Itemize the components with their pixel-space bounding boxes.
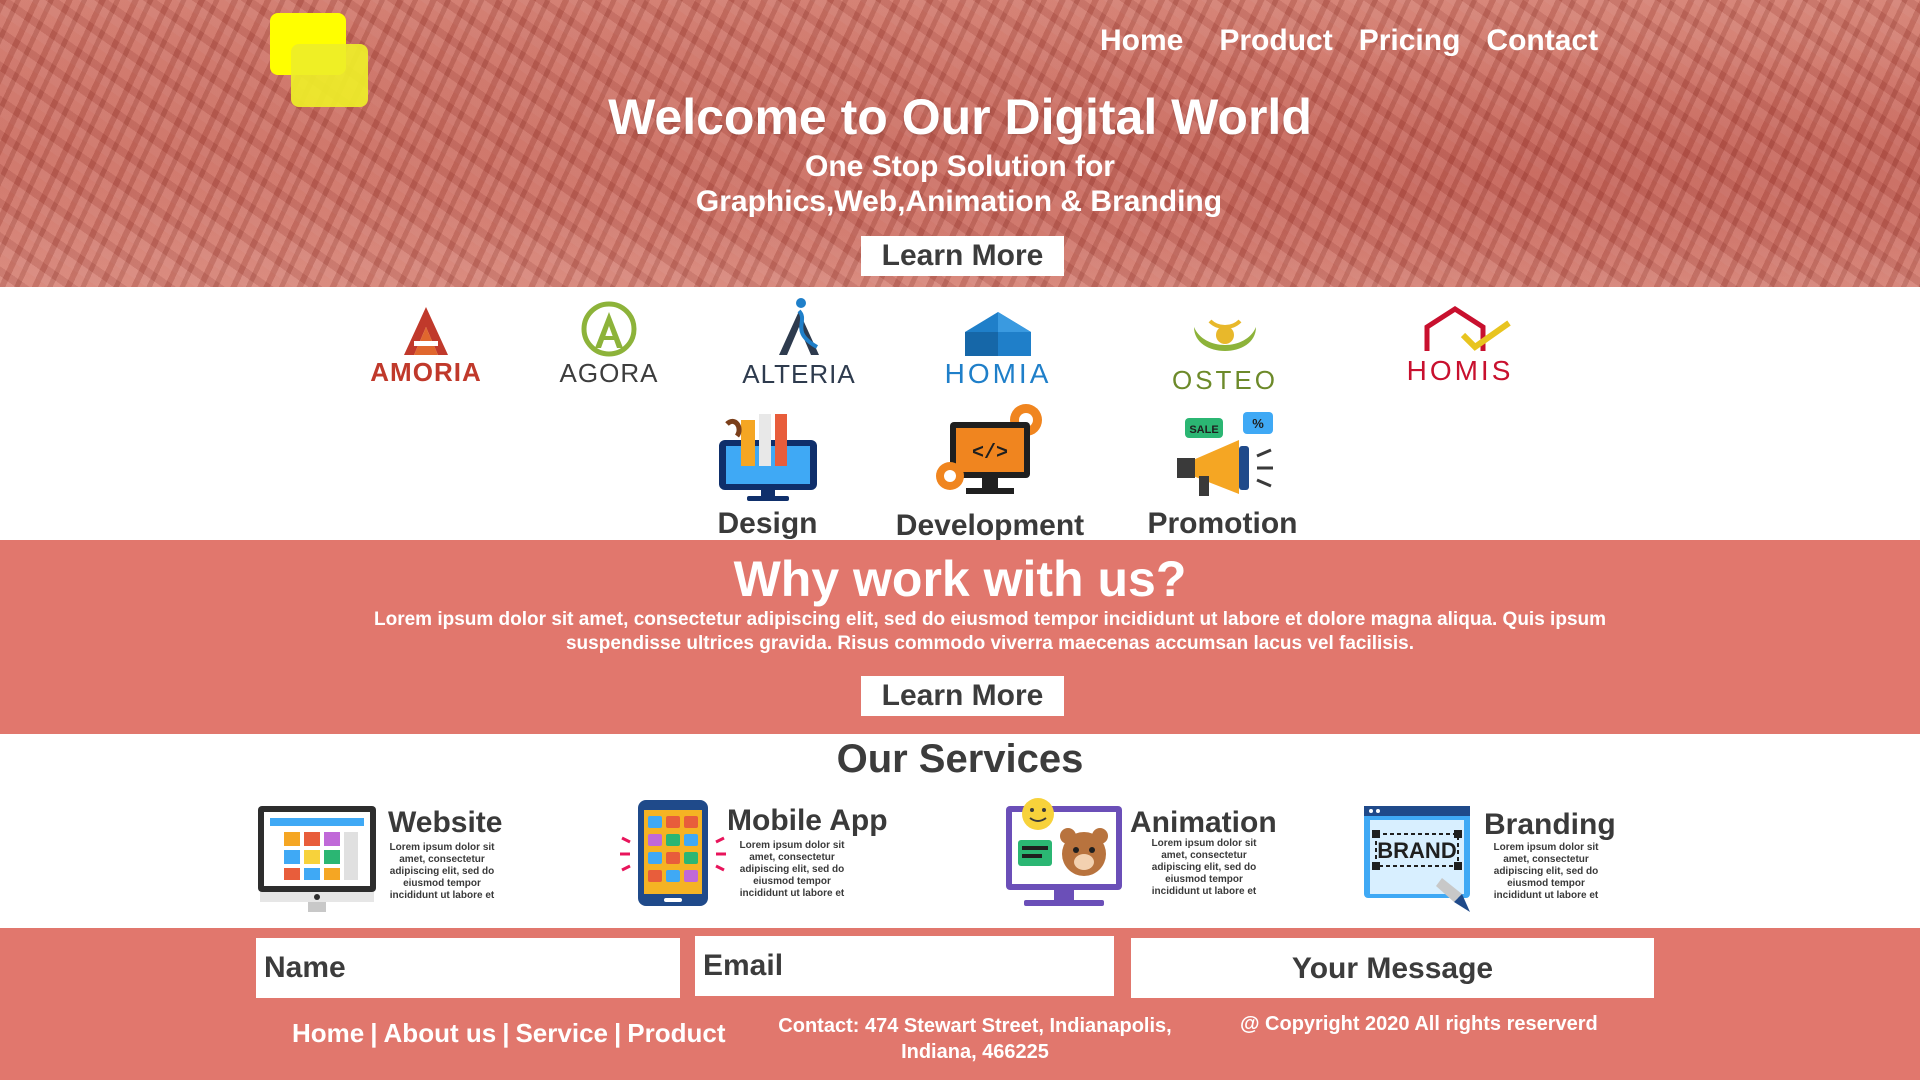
- osteo-leaf-icon: [1194, 319, 1256, 351]
- svg-text:SALE: SALE: [1189, 424, 1218, 436]
- service-branding[interactable]: BRAND Branding Lorem ipsum dolor sit ame…: [1362, 800, 1662, 920]
- footer-link-product[interactable]: Product: [627, 1018, 725, 1048]
- alteria-mark-icon: [779, 298, 819, 355]
- email-field[interactable]: [695, 936, 1114, 996]
- homia-house-icon: [965, 312, 1031, 356]
- service-website[interactable]: Website Lorem ipsum dolor sit amet, cons…: [256, 800, 556, 920]
- why-text: Lorem ipsum dolor sit amet, consectetur …: [373, 609, 1607, 654]
- website-monitor-icon: [258, 806, 376, 912]
- feature-label: Promotion: [1147, 507, 1298, 540]
- client-name: HOMIS: [1406, 355, 1514, 386]
- service-desc: Lorem ipsum dolor sit amet, consectetur …: [389, 842, 495, 901]
- contact-address: Contact: 474 Stewart Street, Indianapoli…: [760, 1013, 1190, 1065]
- why-section: Why work with us? Lorem ipsum dolor sit …: [0, 540, 1920, 734]
- client-name: AMORIA: [370, 357, 482, 387]
- svg-text:BRAND: BRAND: [1377, 838, 1456, 863]
- name-field[interactable]: [256, 938, 680, 998]
- main-nav: Home Product Pricing Contact: [1100, 24, 1624, 58]
- service-animation[interactable]: Animation Lorem ipsum dolor sit amet, co…: [1004, 796, 1304, 916]
- footer-link-service[interactable]: Service: [515, 1018, 608, 1048]
- service-name: Website: [388, 806, 503, 839]
- client-logo-alteria: ALTERIA: [734, 297, 864, 390]
- client-logo-agora: AGORA: [548, 300, 670, 389]
- client-name: AGORA: [559, 358, 659, 388]
- hero-learn-more-button[interactable]: Learn More: [861, 236, 1064, 276]
- hero-banner: Home Product Pricing Contact Welcome to …: [0, 0, 1920, 287]
- client-name: HOMIA: [944, 358, 1052, 389]
- feature-design[interactable]: Design: [700, 410, 835, 541]
- service-desc: Lorem ipsum dolor sit amet, consectetur …: [739, 840, 845, 899]
- footer-link-separator: |: [502, 1018, 510, 1048]
- message-field[interactable]: [1131, 938, 1654, 998]
- copyright-text: @ Copyright 2020 All rights reserverd: [1240, 1013, 1598, 1035]
- hero-subtitle-line1: One Stop Solution for: [805, 150, 1115, 183]
- client-logo-homia: HOMIA: [918, 310, 1078, 390]
- homis-house-check-icon: [1424, 306, 1511, 351]
- service-desc: Lorem ipsum dolor sit amet, consectetur …: [1493, 842, 1599, 901]
- nav-home[interactable]: Home: [1100, 24, 1183, 58]
- design-monitor-icon: [718, 414, 817, 501]
- services-title: Our Services: [836, 737, 1084, 781]
- feature-development[interactable]: </> Development: [880, 400, 1100, 543]
- feature-promotion[interactable]: SALE % Promotion: [1140, 410, 1305, 541]
- client-name: ALTERIA: [742, 359, 856, 389]
- agora-mark-icon: [581, 301, 637, 357]
- footer: Home|About us|Service|Product Contact: 4…: [0, 928, 1920, 1080]
- nav-pricing[interactable]: Pricing: [1359, 24, 1461, 58]
- hero-subtitle-line2: Graphics,Web,Animation & Branding: [695, 185, 1223, 218]
- svg-text:</>: </>: [972, 442, 1008, 465]
- feature-label: Development: [895, 509, 1085, 542]
- hero-title: Welcome to Our Digital World: [608, 89, 1312, 145]
- footer-links: Home | About us | Service | Product: [292, 1018, 726, 1049]
- contact-line2: Indiana, 466225: [901, 1041, 1049, 1063]
- animation-screen-icon: [1006, 798, 1122, 906]
- service-mobile-app[interactable]: Mobile App Lorem ipsum dolor sit amet, c…: [618, 798, 918, 918]
- nav-product[interactable]: Product: [1219, 24, 1332, 58]
- footer-link-separator: |: [614, 1018, 622, 1048]
- client-logos: AMORIA AGORA ALTERIA HOMIA OSTEO HOMIS: [0, 295, 1920, 405]
- footer-link-about[interactable]: About us: [384, 1018, 497, 1048]
- footer-link-separator: |: [370, 1018, 378, 1048]
- service-name: Animation: [1130, 806, 1277, 839]
- svg-text:%: %: [1252, 416, 1264, 431]
- client-logo-homis: HOMIS: [1380, 305, 1540, 387]
- service-name: Branding: [1484, 808, 1616, 841]
- client-name: OSTEO: [1171, 365, 1278, 395]
- service-name: Mobile App: [727, 804, 888, 837]
- megaphone-icon: SALE %: [1176, 412, 1273, 496]
- why-title: Why work with us?: [733, 551, 1187, 607]
- client-logo-amoria: AMORIA: [370, 305, 482, 388]
- feature-label: Design: [717, 507, 818, 540]
- nav-contact[interactable]: Contact: [1486, 24, 1598, 58]
- why-learn-more-button[interactable]: Learn More: [861, 676, 1064, 716]
- brand-pen-icon: BRAND: [1364, 806, 1470, 912]
- contact-line1: Contact: 474 Stewart Street, Indianapoli…: [778, 1015, 1172, 1037]
- client-logo-osteo: OSTEO: [1164, 313, 1286, 396]
- footer-link-home[interactable]: Home: [292, 1018, 364, 1048]
- mobile-phone-icon: [620, 800, 726, 906]
- development-code-icon: </>: [936, 404, 1042, 494]
- amoria-mark-icon: [404, 307, 448, 355]
- service-desc: Lorem ipsum dolor sit amet, consectetur …: [1151, 838, 1257, 897]
